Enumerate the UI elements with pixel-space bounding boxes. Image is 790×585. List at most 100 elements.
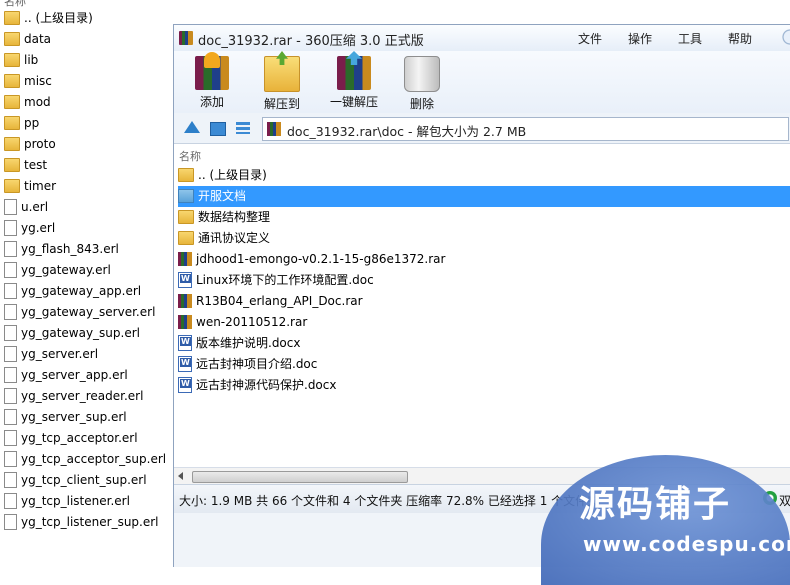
folder-icon <box>178 209 194 224</box>
file-icon <box>4 198 17 215</box>
up-arrow-icon[interactable] <box>184 121 200 133</box>
background-list-item-label: yg_tcp_listener_sup.erl <box>21 515 159 529</box>
file-name: jdhood1-emongo-v0.2.1-15-g86e1372.rar <box>196 252 446 266</box>
skin-icon[interactable] <box>778 28 790 46</box>
menu-operation[interactable]: 操作 <box>628 30 652 47</box>
window-title: doc_31932.rar - 360压缩 3.0 正式版 <box>198 34 424 49</box>
menu-file[interactable]: 文件 <box>578 30 602 47</box>
list-view-icon[interactable] <box>236 122 250 134</box>
file-name: R13B04_erlang_API_Doc.rar <box>196 294 363 308</box>
file-list-row[interactable]: R13B04_erlang_API_Doc.rar <box>178 291 790 312</box>
file-icon <box>4 345 17 362</box>
trash-icon <box>404 56 440 92</box>
toolbar: 添加 解压到 一键解压 删除 <box>174 51 790 113</box>
path-field[interactable]: doc_31932.rar\doc - 解包大小为 2.7 MB <box>262 117 789 141</box>
background-list-item-label: u.erl <box>21 200 49 214</box>
background-list-item-label: yg_gateway.erl <box>21 263 111 277</box>
rar-archive-icon <box>178 293 192 308</box>
file-list-row[interactable]: 通讯协议定义 <box>178 228 790 249</box>
word-document-icon <box>178 334 192 351</box>
file-name: 版本维护说明.docx <box>196 336 301 350</box>
file-list-row[interactable]: 远古封神源代码保护.docx <box>178 375 790 396</box>
background-list-item[interactable]: proto <box>4 134 56 154</box>
background-list-item[interactable]: yg_tcp_listener_sup.erl <box>4 512 159 532</box>
file-icon <box>4 261 17 278</box>
file-icon <box>4 429 17 446</box>
scroll-left-icon[interactable] <box>178 472 183 480</box>
scrollbar-thumb[interactable] <box>192 471 408 483</box>
background-list-item[interactable]: yg_server_app.erl <box>4 365 128 385</box>
file-list-row[interactable]: jdhood1-emongo-v0.2.1-15-g86e1372.rar <box>178 249 790 270</box>
menu-tools[interactable]: 工具 <box>678 30 702 47</box>
background-list-item-label: misc <box>24 74 52 88</box>
status-text: 大小: 1.9 MB 共 66 个文件和 4 个文件夹 压缩率 72.8% 已经… <box>179 494 600 508</box>
background-list-item-label: yg_gateway_sup.erl <box>21 326 140 340</box>
thumbnail-view-icon[interactable] <box>210 122 226 136</box>
background-list-item-label: data <box>24 32 52 46</box>
background-list-item[interactable]: yg_tcp_listener.erl <box>4 491 130 511</box>
background-list-item-label: proto <box>24 137 56 151</box>
background-list-item[interactable]: yg.erl <box>4 218 55 238</box>
background-list-item[interactable]: yg_server.erl <box>4 344 98 364</box>
background-list-item[interactable]: u.erl <box>4 197 48 217</box>
background-list-item-label: lib <box>24 53 39 67</box>
file-name: Linux环境下的工作环境配置.doc <box>196 273 374 287</box>
delete-button[interactable]: 删除 <box>389 53 455 111</box>
background-list-item[interactable]: yg_server_reader.erl <box>4 386 143 406</box>
file-list-row[interactable]: .. (上级目录) <box>178 165 790 186</box>
title-bar[interactable]: doc_31932.rar - 360压缩 3.0 正式版 文件 操作 工具 帮… <box>174 25 790 51</box>
background-list-item[interactable]: yg_flash_843.erl <box>4 239 119 259</box>
background-list-item-label: yg_server_reader.erl <box>21 389 144 403</box>
add-button[interactable]: 添加 <box>179 52 245 111</box>
file-list-row[interactable]: wen-20110512.rar <box>178 312 790 333</box>
background-file-list: 名称 .. (上级目录) data lib misc mod pp proto test tim… <box>0 0 172 566</box>
background-list-item[interactable]: yg_tcp_acceptor.erl <box>4 428 138 448</box>
word-document-icon <box>178 355 192 372</box>
background-list-item-label: yg_server_app.erl <box>21 368 128 382</box>
background-list-item[interactable]: misc <box>4 71 52 91</box>
column-header-name[interactable]: 名称 <box>179 148 201 164</box>
file-name: 远古封神项目介绍.doc <box>196 357 318 371</box>
file-icon <box>4 513 17 530</box>
menu-help[interactable]: 帮助 <box>728 30 752 47</box>
background-list-item[interactable]: yg_gateway_server.erl <box>4 302 155 322</box>
background-list-item-label: timer <box>24 179 57 193</box>
file-list-row[interactable]: 远古封神项目介绍.doc <box>178 354 790 375</box>
background-list-item[interactable]: yg_gateway_sup.erl <box>4 323 140 343</box>
rar-archive-icon <box>178 251 192 266</box>
background-list-item[interactable]: timer <box>4 176 56 196</box>
background-list-item-label: mod <box>24 95 51 109</box>
archive-icon <box>267 122 281 136</box>
background-list-item[interactable]: yg_gateway_app.erl <box>4 281 141 301</box>
background-list-item[interactable]: test <box>4 155 47 175</box>
background-list-item[interactable]: yg_tcp_acceptor_sup.erl <box>4 449 166 469</box>
folder-icon <box>4 157 20 172</box>
folder-icon <box>4 136 20 151</box>
background-list-item-label: yg.erl <box>21 221 56 235</box>
file-list-row[interactable]: Linux环境下的工作环境配置.doc <box>178 270 790 291</box>
file-icon <box>4 219 17 236</box>
background-list-item[interactable]: yg_gateway.erl <box>4 260 111 280</box>
add-label: 添加 <box>199 95 224 109</box>
background-list-item-label: yg_tcp_listener.erl <box>21 494 130 508</box>
background-list-item[interactable]: mod <box>4 92 51 112</box>
file-list-row[interactable]: 开服文档 <box>178 186 790 207</box>
background-list-item[interactable]: pp <box>4 113 39 133</box>
background-list-item[interactable]: yg_tcp_client_sup.erl <box>4 470 147 490</box>
file-name: .. (上级目录) <box>198 168 267 182</box>
file-list-row[interactable]: 数据结构整理 <box>178 207 790 228</box>
address-bar: doc_31932.rar\doc - 解包大小为 2.7 MB <box>174 113 790 143</box>
one-key-extract-icon <box>337 56 371 90</box>
background-list-item[interactable]: lib <box>4 50 38 70</box>
background-list-item[interactable]: .. (上级目录) <box>4 8 93 28</box>
background-list-item-label: pp <box>24 116 40 130</box>
one-key-extract-button[interactable]: 一键解压 <box>319 53 389 111</box>
extract-to-button[interactable]: 解压到 <box>249 53 315 111</box>
folder-icon <box>4 31 20 46</box>
background-list-item[interactable]: yg_server_sup.erl <box>4 407 127 427</box>
background-list-item[interactable]: data <box>4 29 51 49</box>
background-list-item-label: .. (上级目录) <box>24 11 93 25</box>
file-list-row[interactable]: 版本维护说明.docx <box>178 333 790 354</box>
path-text: doc_31932.rar\doc - 解包大小为 2.7 MB <box>287 124 527 139</box>
folder-icon <box>178 230 194 245</box>
